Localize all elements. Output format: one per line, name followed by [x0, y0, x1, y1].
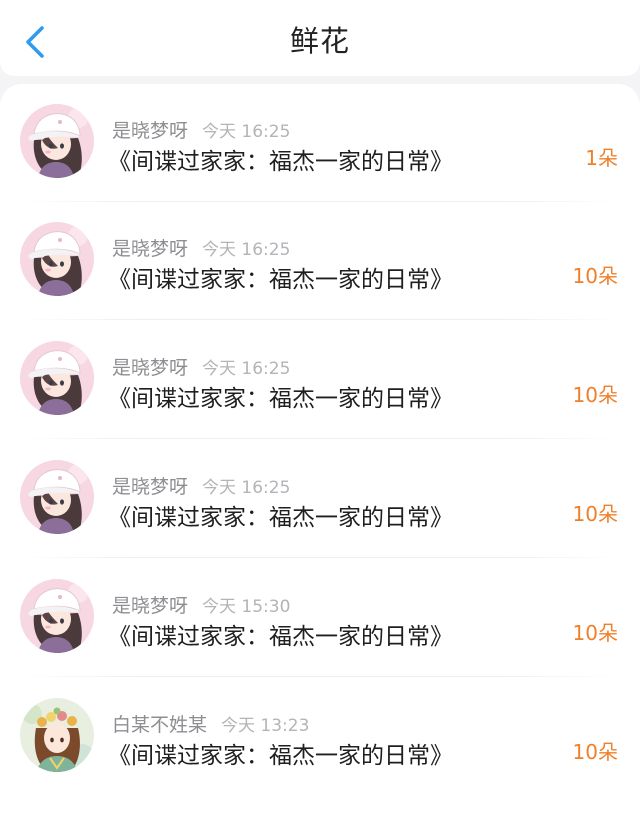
page-title: 鲜花	[289, 24, 350, 58]
flower-count: 10朵	[572, 740, 618, 764]
flower-record-item[interactable]: 是晓梦呀 今天 16:25 《间谍过家家：福杰一家的日常》 1朵	[0, 84, 640, 202]
username[interactable]: 是晓梦呀	[112, 120, 188, 142]
book-title[interactable]: 《间谍过家家：福杰一家的日常》	[108, 736, 453, 770]
timestamp: 今天 13:23	[221, 716, 310, 736]
username[interactable]: 是晓梦呀	[112, 357, 188, 379]
user-avatar[interactable]	[20, 341, 94, 415]
nav-header: 鲜花	[0, 0, 640, 76]
record-meta: 是晓梦呀 今天 16:25	[112, 234, 290, 260]
flower-count: 10朵	[572, 383, 618, 407]
flower-count: 10朵	[572, 621, 618, 645]
username[interactable]: 是晓梦呀	[112, 238, 188, 260]
flower-record-item[interactable]: 是晓梦呀 今天 16:25 《间谍过家家：福杰一家的日常》 10朵	[0, 440, 640, 558]
flower-record-item[interactable]: 白某不姓某 今天 13:23 《间谍过家家：福杰一家的日常》 10朵	[0, 678, 640, 796]
book-title[interactable]: 《间谍过家家：福杰一家的日常》	[108, 498, 453, 532]
row-divider	[20, 438, 620, 439]
timestamp: 今天 16:25	[202, 240, 291, 260]
timestamp: 今天 16:25	[202, 122, 291, 142]
username[interactable]: 是晓梦呀	[112, 595, 188, 617]
flower-count: 1朵	[585, 146, 618, 170]
row-divider	[20, 319, 620, 320]
username[interactable]: 是晓梦呀	[112, 476, 188, 498]
timestamp: 今天 16:25	[202, 478, 291, 498]
user-avatar[interactable]	[20, 698, 94, 772]
book-title[interactable]: 《间谍过家家：福杰一家的日常》	[108, 379, 453, 413]
book-title[interactable]: 《间谍过家家：福杰一家的日常》	[108, 617, 453, 651]
book-title[interactable]: 《间谍过家家：福杰一家的日常》	[108, 260, 453, 294]
user-avatar[interactable]	[20, 579, 94, 653]
flower-record-item[interactable]: 是晓梦呀 今天 16:25 《间谍过家家：福杰一家的日常》 10朵	[0, 321, 640, 439]
flower-record-item[interactable]: 是晓梦呀 今天 16:25 《间谍过家家：福杰一家的日常》 10朵	[0, 202, 640, 320]
record-meta: 是晓梦呀 今天 15:30	[112, 591, 290, 617]
timestamp: 今天 16:25	[202, 359, 291, 379]
row-divider	[20, 557, 620, 558]
user-avatar[interactable]	[20, 104, 94, 178]
username[interactable]: 白某不姓某	[112, 714, 207, 736]
flower-count: 10朵	[572, 264, 618, 288]
flower-record-item[interactable]: 是晓梦呀 今天 15:30 《间谍过家家：福杰一家的日常》 10朵	[0, 559, 640, 677]
record-meta: 白某不姓某 今天 13:23	[112, 710, 309, 736]
record-meta: 是晓梦呀 今天 16:25	[112, 116, 290, 142]
user-avatar[interactable]	[20, 460, 94, 534]
flower-count: 10朵	[572, 502, 618, 526]
flower-record-list: 是晓梦呀 今天 16:25 《间谍过家家：福杰一家的日常》 1朵 是晓梦呀 今天 1…	[0, 84, 640, 814]
record-meta: 是晓梦呀 今天 16:25	[112, 353, 290, 379]
book-title[interactable]: 《间谍过家家：福杰一家的日常》	[108, 142, 453, 176]
user-avatar[interactable]	[20, 222, 94, 296]
row-divider	[20, 676, 620, 677]
record-meta: 是晓梦呀 今天 16:25	[112, 472, 290, 498]
timestamp: 今天 15:30	[202, 597, 291, 617]
